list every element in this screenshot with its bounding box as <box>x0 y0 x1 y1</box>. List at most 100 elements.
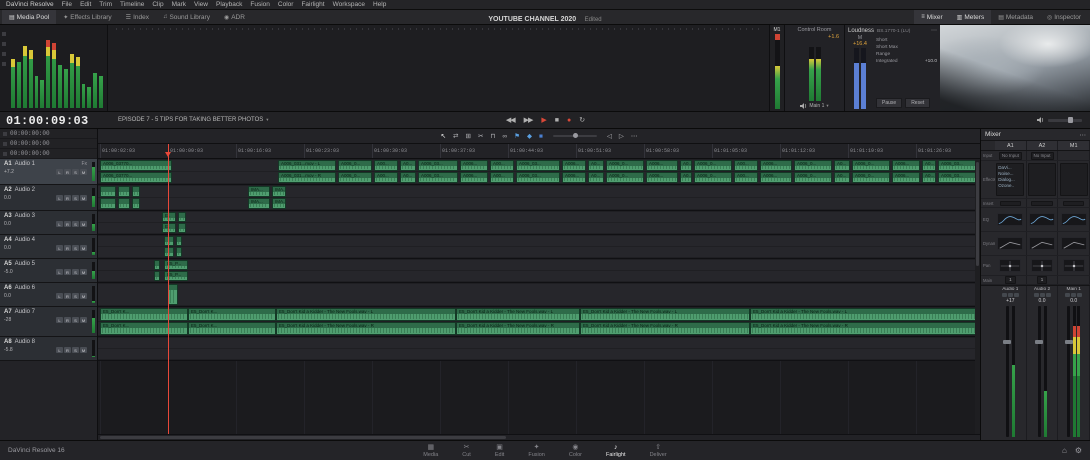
page-deliver[interactable]: ⇧ Deliver <box>650 444 667 458</box>
timeline-clip[interactable] <box>100 186 116 197</box>
timeline-clip[interactable]: A006... <box>646 172 678 183</box>
timeline-clip[interactable]: E5_Don't K... <box>188 322 276 335</box>
snapping-icon[interactable]: ⊓ <box>490 132 495 140</box>
menu-trim[interactable]: Trim <box>99 1 112 8</box>
pan-control[interactable] <box>1031 259 1053 272</box>
input-selector[interactable]: No Input <box>1030 151 1054 160</box>
adr-button[interactable]: ◉ ADR <box>217 10 252 24</box>
timeline-clip[interactable]: A006_03... <box>938 172 980 183</box>
media-pool-button[interactable]: ▤ Media Pool <box>2 10 57 24</box>
menu-workspace[interactable]: Workspace <box>333 1 365 8</box>
timeline-clip[interactable]: E5_Don't K... <box>100 308 188 321</box>
lock-button[interactable]: L <box>56 269 63 275</box>
play-button[interactable]: ▶ <box>541 116 546 124</box>
timeline-clip[interactable]: E.. <box>162 212 176 222</box>
page-fairlight[interactable]: ♪ Fairlight <box>606 444 626 458</box>
eq-curve[interactable] <box>1060 213 1087 226</box>
dynamics-graph[interactable] <box>1029 237 1055 250</box>
lock-button[interactable]: L <box>56 169 63 175</box>
timeline-clip[interactable] <box>132 198 140 209</box>
page-cut[interactable]: ✂ Cut <box>462 444 471 458</box>
insert-slot[interactable] <box>1031 200 1053 206</box>
solo-button[interactable]: S <box>72 221 79 227</box>
aux-row-icon[interactable] <box>3 141 7 146</box>
timeline-clip[interactable]: E5_Don't Kid a Kidder - The New Fools.wa… <box>456 322 580 335</box>
input-selector[interactable]: No Input <box>998 151 1022 160</box>
track-header-a6[interactable]: A6 Audio 6 0.0 L R S M <box>0 283 97 307</box>
app-menu[interactable]: DaVinci Resolve <box>6 1 54 8</box>
zoom-slider[interactable] <box>552 133 597 138</box>
timeline-clip[interactable]: IMA... <box>248 186 270 197</box>
menu-fusion[interactable]: Fusion <box>250 1 270 8</box>
timeline-clip[interactable]: A006... <box>646 160 678 171</box>
linked-selection-icon[interactable]: ∞ <box>502 133 507 140</box>
mixer-button[interactable]: ≡ Mixer <box>914 10 950 24</box>
mute-button[interactable]: M <box>80 169 87 175</box>
timeline-clip[interactable] <box>118 198 130 209</box>
settings-icon[interactable]: ⚙ <box>1075 446 1082 455</box>
fader-handle[interactable] <box>1035 306 1043 437</box>
timeline-clip[interactable]: A0... <box>834 172 850 183</box>
pointer-tool[interactable]: ↖ <box>441 132 446 140</box>
menu-clip[interactable]: Clip <box>152 1 163 8</box>
timeline-clip[interactable]: A006_0... <box>694 172 732 183</box>
timeline-clip[interactable]: E5_Don't Kid a Kidder - The New Fools.wa… <box>750 322 978 335</box>
track-header-a4[interactable]: A4 Audio 4 0.0 L R S M <box>0 235 97 259</box>
track-header-a3[interactable]: A3 Audio 3 0.0 L R S M <box>0 211 97 235</box>
timeline-clip[interactable]: A0... <box>680 172 692 183</box>
mute-button[interactable]: M <box>80 347 87 353</box>
timeline-clip[interactable]: A006_03... <box>938 160 980 171</box>
range-selection-tool[interactable]: ⊞ <box>466 132 471 140</box>
menu-timeline[interactable]: Timeline <box>120 1 144 8</box>
timeline-clip[interactable] <box>132 186 140 197</box>
timeline-clip[interactable]: A006_0... <box>606 160 644 171</box>
timeline-clip[interactable]: A006... <box>562 172 586 183</box>
menu-playback[interactable]: Playback <box>216 1 242 8</box>
lock-button[interactable]: L <box>56 293 63 299</box>
solo-button[interactable]: S <box>72 195 79 201</box>
timeline-clip[interactable]: A0... <box>400 160 416 171</box>
flag-icon[interactable]: ⚑ <box>514 132 520 140</box>
fader-handle[interactable] <box>1003 306 1012 437</box>
menu-mark[interactable]: Mark <box>172 1 186 8</box>
mixer-channel-m1[interactable]: M1 <box>1058 141 1090 150</box>
menu-color[interactable]: Color <box>278 1 294 8</box>
timeline-clip[interactable]: A006_0... <box>794 172 832 183</box>
main-assign[interactable]: 1 <box>1036 276 1048 284</box>
mute-button[interactable]: M <box>80 269 87 275</box>
timeline-clip[interactable]: A0... <box>400 172 416 183</box>
timeline-clip[interactable]: E5_Don't Kid a Kidder - The New Fools.wa… <box>580 322 750 335</box>
timeline-clip[interactable]: A006... <box>892 172 920 183</box>
timeline-clip[interactable]: A006... <box>460 160 488 171</box>
arm-button[interactable]: R <box>64 169 71 175</box>
meter-options-icons[interactable] <box>2 32 6 66</box>
aux-row-icon[interactable] <box>3 151 7 156</box>
timeline-clip[interactable]: A006_03770... <box>100 160 172 171</box>
pan-control[interactable] <box>999 259 1022 272</box>
timeline-clip[interactable]: A00... <box>734 172 758 183</box>
page-color[interactable]: ◉ Color <box>569 444 582 458</box>
timeline-clip[interactable] <box>154 271 160 281</box>
timeline-clip[interactable]: A006_0... <box>338 172 372 183</box>
lock-button[interactable]: L <box>56 221 63 227</box>
more-options-icon[interactable]: ⋯ <box>631 132 638 140</box>
effect-item[interactable]: Ozone.. <box>998 183 1022 188</box>
timeline-clip[interactable]: A006_03... <box>418 172 458 183</box>
razor-tool[interactable]: ✂ <box>478 132 483 140</box>
playhead[interactable] <box>165 144 171 434</box>
arm-button[interactable]: R <box>64 293 71 299</box>
timeline-clip[interactable]: A0... <box>680 160 692 171</box>
timeline-clip[interactable]: A0... <box>588 160 604 171</box>
timeline-clip[interactable]: A006_0... <box>606 172 644 183</box>
arm-button[interactable]: R <box>64 269 71 275</box>
track-header-a7[interactable]: A7 Audio 7 -28 L R S M <box>0 307 97 337</box>
timeline-clip[interactable]: E.. <box>162 223 176 233</box>
track-header-a8[interactable]: A8 Audio 8 -5.8 L R S M <box>0 337 97 361</box>
menu-view[interactable]: View <box>194 1 208 8</box>
timeline-clip[interactable]: A0... <box>922 160 936 171</box>
timeline-clip[interactable]: A006_03... <box>516 160 560 171</box>
fader-button[interactable] <box>1039 293 1045 297</box>
effects-library-button[interactable]: ✦ Effects Library <box>56 10 118 24</box>
timeline-clip[interactable] <box>176 236 182 246</box>
timeline-clip[interactable] <box>118 186 130 197</box>
